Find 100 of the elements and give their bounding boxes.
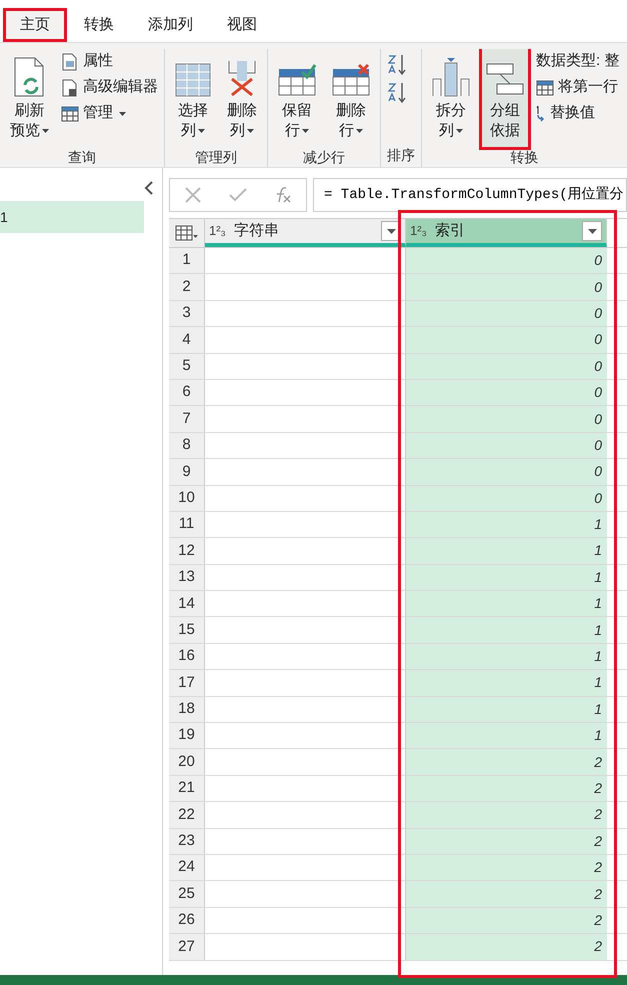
column-header[interactable]: 1²₃ 索引 bbox=[406, 219, 607, 247]
group-label: 转换 bbox=[510, 148, 538, 167]
table-icon bbox=[61, 106, 79, 122]
ribbon-button[interactable]: 分组 依据 bbox=[482, 49, 528, 147]
row-number: 10 bbox=[169, 486, 205, 511]
ribbon-button[interactable]: 删除 列 bbox=[223, 49, 261, 147]
row-number: 27 bbox=[169, 934, 205, 960]
column-name: 字符串 bbox=[234, 220, 280, 241]
ribbon-button[interactable]: 管理 bbox=[61, 101, 158, 126]
row-number: 14 bbox=[169, 591, 205, 616]
function-icon[interactable] bbox=[274, 186, 292, 204]
table-menu-icon[interactable] bbox=[169, 219, 205, 247]
ribbon-tab[interactable]: 添加列 bbox=[131, 8, 210, 42]
row-number: 1 bbox=[169, 248, 205, 274]
check-icon[interactable] bbox=[228, 188, 247, 202]
group-label: 查询 bbox=[68, 148, 96, 167]
row-number: 12 bbox=[169, 538, 205, 564]
table-cell: 2 bbox=[406, 802, 607, 828]
group-label: 排序 bbox=[387, 146, 415, 165]
table-cell: 1 bbox=[406, 644, 607, 670]
table-delete-icon bbox=[332, 63, 370, 97]
table-check-icon bbox=[278, 63, 316, 97]
ribbon-button[interactable]: 将第一行 bbox=[536, 75, 620, 100]
ribbon-button[interactable]: 选择 列 bbox=[171, 49, 215, 147]
table-cell: 1 bbox=[406, 617, 607, 643]
row-number: 4 bbox=[169, 327, 205, 353]
delete-column-icon bbox=[227, 59, 257, 97]
document-icon bbox=[61, 78, 79, 96]
row-number: 24 bbox=[169, 854, 205, 880]
table-cell: 0 bbox=[406, 406, 607, 432]
properties-icon bbox=[61, 52, 79, 70]
row-number: 20 bbox=[169, 749, 205, 775]
formula-field[interactable]: = Table.TransformColumnTypes(用位置分 bbox=[313, 178, 627, 212]
row-number: 9 bbox=[169, 459, 205, 485]
table-cell: 0 bbox=[406, 274, 607, 300]
table-cell: 0 bbox=[406, 459, 607, 485]
table-cell: 1 bbox=[406, 591, 607, 616]
row-number: 5 bbox=[169, 354, 205, 379]
row-number: 17 bbox=[169, 670, 205, 696]
ribbon-tab[interactable]: 视图 bbox=[210, 8, 274, 42]
table-cell: 2 bbox=[406, 881, 607, 907]
column-header[interactable]: 1²₃ 字符串 bbox=[205, 219, 406, 247]
row-number: 3 bbox=[169, 300, 205, 326]
table-cell: 0 bbox=[406, 327, 607, 353]
table-cell: 2 bbox=[406, 776, 607, 802]
row-number: 26 bbox=[169, 908, 205, 934]
table-cell: 1 bbox=[406, 564, 607, 590]
group-by-icon bbox=[486, 63, 524, 97]
table-cell: 2 bbox=[406, 749, 607, 775]
ribbon-button[interactable]: 属性 bbox=[61, 49, 158, 74]
ribbon-tab[interactable]: 主页 bbox=[3, 8, 67, 42]
group-label: 减少行 bbox=[303, 148, 345, 167]
table-cell: 0 bbox=[406, 486, 607, 511]
column-name: 索引 bbox=[434, 220, 466, 241]
query-item[interactable]: 1 bbox=[0, 201, 144, 233]
row-number: 6 bbox=[169, 380, 205, 406]
row-number: 2 bbox=[169, 274, 205, 300]
ribbon-button[interactable]: 保留 行 bbox=[274, 49, 320, 147]
table-cell: 0 bbox=[406, 380, 607, 406]
ribbon-tab[interactable]: 转换 bbox=[67, 8, 131, 42]
row-number: 8 bbox=[169, 432, 205, 458]
table-cell: 0 bbox=[406, 432, 607, 458]
replace-icon bbox=[536, 105, 546, 122]
table-cell: 1 bbox=[406, 696, 607, 722]
table-icon bbox=[536, 80, 554, 96]
document-refresh-icon bbox=[12, 57, 46, 97]
row-number: 19 bbox=[169, 723, 205, 748]
table-cell: 1 bbox=[406, 723, 607, 748]
row-number: 21 bbox=[169, 776, 205, 802]
type-label: 1²₃ bbox=[410, 222, 427, 240]
type-label: 1²₃ bbox=[209, 222, 226, 240]
table-cell: 0 bbox=[406, 354, 607, 379]
ribbon-button[interactable]: 高级编辑器 bbox=[61, 75, 158, 100]
ribbon-button[interactable]: 刷新 预览 bbox=[6, 49, 53, 147]
row-number: 18 bbox=[169, 696, 205, 722]
ribbon-button[interactable]: 拆分 列 bbox=[428, 49, 474, 147]
row-number: 22 bbox=[169, 802, 205, 828]
table-columns-icon bbox=[175, 63, 211, 97]
ribbon-button[interactable]: 替换值 bbox=[536, 101, 620, 126]
table-cell: 1 bbox=[406, 670, 607, 696]
table-cell: 0 bbox=[406, 248, 607, 274]
table-cell: 1 bbox=[406, 512, 607, 538]
row-number: 7 bbox=[169, 406, 205, 432]
table-cell: 2 bbox=[406, 854, 607, 880]
row-number: 25 bbox=[169, 881, 205, 907]
row-number: 23 bbox=[169, 828, 205, 854]
row-number: 11 bbox=[169, 512, 205, 538]
split-column-icon bbox=[432, 57, 470, 97]
ribbon-button[interactable]: 删除 行 bbox=[328, 49, 374, 147]
ribbon-button[interactable]: 数据类型: 整 bbox=[536, 49, 620, 74]
row-number: 13 bbox=[169, 564, 205, 590]
group-label: 管理列 bbox=[195, 148, 237, 167]
table-cell: 2 bbox=[406, 908, 607, 934]
row-number: 16 bbox=[169, 644, 205, 670]
table-cell: 0 bbox=[406, 300, 607, 326]
table-cell: 2 bbox=[406, 934, 607, 960]
row-number: 15 bbox=[169, 617, 205, 643]
table-cell: 1 bbox=[406, 538, 607, 564]
dropdown-icon[interactable] bbox=[582, 221, 602, 241]
table-cell: 2 bbox=[406, 828, 607, 854]
